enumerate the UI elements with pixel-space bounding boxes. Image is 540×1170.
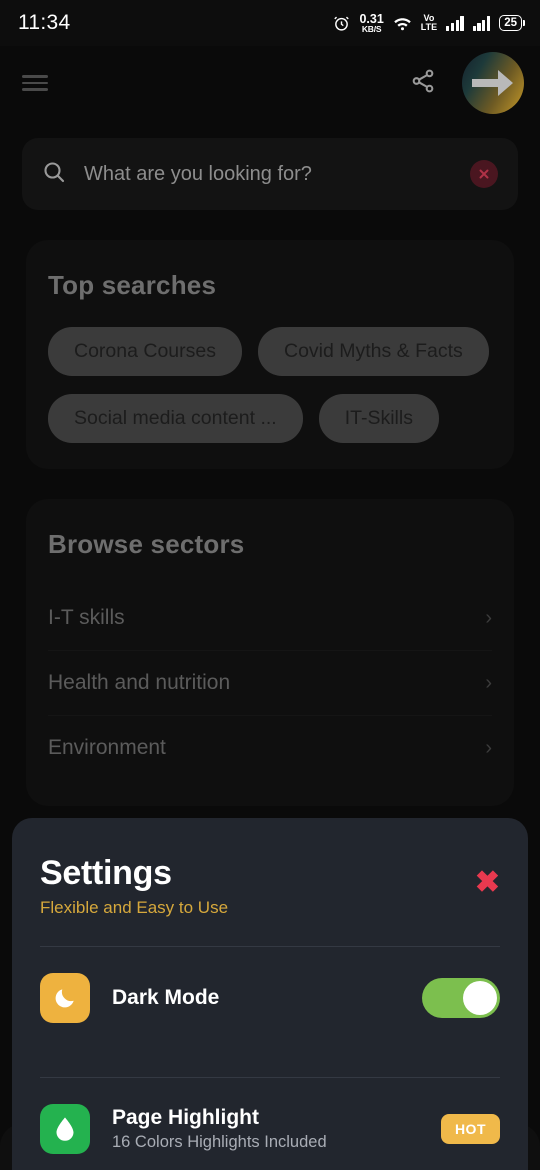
wifi-icon: [393, 16, 412, 31]
chevron-right-icon: ›: [485, 606, 492, 629]
clear-circle-icon[interactable]: [470, 160, 498, 188]
status-icons: 0.31 KB/S Vo LTE 25: [333, 12, 525, 34]
search-chip[interactable]: Covid Myths & Facts: [257, 327, 489, 376]
settings-sheet-header: Settings Flexible and Easy to Use ✖: [40, 854, 500, 918]
volte-icon: Vo LTE: [420, 13, 438, 33]
sector-label: Health and nutrition: [48, 671, 231, 694]
settings-row-title: Page Highlight: [112, 1106, 259, 1129]
search-chip[interactable]: IT-Skills: [318, 394, 439, 443]
dark-mode-toggle[interactable]: [422, 978, 500, 1018]
volte-bottom: LTE: [420, 22, 438, 32]
chevron-right-icon: ›: [485, 736, 492, 759]
sector-row-environment[interactable]: Environment ›: [48, 715, 492, 780]
settings-sheet-subtitle: Flexible and Easy to Use: [40, 898, 229, 917]
chevron-right-icon: ›: [485, 671, 492, 694]
browse-sectors-card: Browse sectors I-T skills › Health and n…: [26, 499, 514, 806]
search-chip[interactable]: Social media content ...: [48, 394, 303, 443]
top-searches-chip-list: Corona Courses Covid Myths & Facts Socia…: [48, 327, 492, 443]
arrow-right-avatar-icon[interactable]: [462, 52, 524, 114]
page-title: Settings: [40, 854, 172, 892]
alarm-clock-icon: [333, 15, 350, 32]
network-speed-indicator: 0.31 KB/S: [359, 12, 383, 34]
search-chip[interactable]: Corona Courses: [48, 327, 242, 376]
sector-label: Environment: [48, 736, 166, 759]
moon-icon: [40, 973, 90, 1023]
battery-indicator: 25: [499, 15, 525, 31]
net-speed-unit: KB/S: [361, 24, 382, 34]
settings-row-subtitle: 16 Colors Highlights Included: [112, 1133, 327, 1151]
status-time: 11:34: [18, 11, 71, 34]
signal-bars-icon-2: [472, 15, 491, 31]
search-bar[interactable]: [22, 138, 518, 210]
sector-row-health-and-nutrition[interactable]: Health and nutrition ›: [48, 650, 492, 715]
settings-row-dark-mode-text: Dark Mode: [112, 986, 219, 1010]
app-bar: [0, 46, 540, 120]
phone-screen: 11:34 0.31 KB/S Vo LTE 25 What are you l…: [0, 0, 540, 1170]
hamburger-menu-icon[interactable]: [22, 75, 48, 91]
signal-bars-icon-1: [446, 15, 464, 31]
settings-bottom-sheet: Settings Flexible and Easy to Use ✖ Dark…: [12, 818, 528, 1170]
settings-row-title: Dark Mode: [112, 986, 220, 1009]
settings-row-page-highlight-text: Page Highlight 16 Colors Highlights Incl…: [112, 1106, 327, 1152]
share-icon[interactable]: [410, 68, 436, 99]
search-input[interactable]: [84, 162, 452, 186]
status-bar: 11:34 0.31 KB/S Vo LTE 25: [0, 0, 540, 46]
settings-row-dark-mode[interactable]: Dark Mode: [40, 947, 500, 1049]
top-searches-title: Top searches: [48, 270, 217, 300]
search-icon: [42, 160, 66, 189]
sector-row-it-skills[interactable]: I-T skills ›: [48, 586, 492, 650]
status-badge[interactable]: HOT: [440, 1114, 500, 1144]
toggle-knob: [463, 981, 497, 1015]
close-icon[interactable]: ✖: [475, 868, 500, 898]
settings-row-page-highlight[interactable]: Page Highlight 16 Colors Highlights Incl…: [40, 1078, 500, 1170]
water-drop-icon: [40, 1104, 90, 1154]
sector-label: I-T skills: [48, 606, 125, 629]
app-bar-actions: [410, 52, 524, 114]
browse-sectors-title: Browse sectors: [48, 529, 245, 559]
top-searches-card: Top searches Corona Courses Covid Myths …: [26, 240, 514, 469]
settings-sheet-titles: Settings Flexible and Easy to Use: [40, 854, 228, 918]
